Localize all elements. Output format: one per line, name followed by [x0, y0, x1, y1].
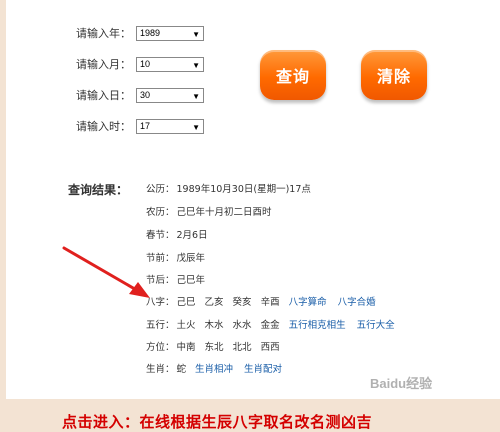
promo-banner[interactable]: 点击进入：在线根据生辰八字取名改名测凶吉 — [0, 399, 500, 432]
promo-banner-text[interactable]: 点击进入：在线根据生辰八字取名改名测凶吉 — [62, 411, 372, 432]
baidu-watermark: Baidu经验 — [370, 376, 433, 391]
annotation-arrow-icon — [62, 246, 150, 298]
